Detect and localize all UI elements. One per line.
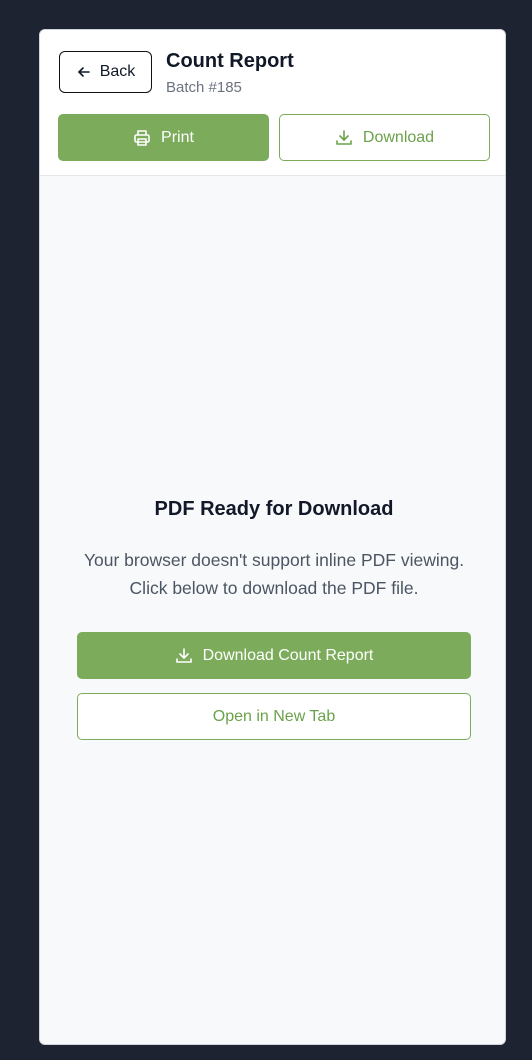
- print-button[interactable]: Print: [58, 114, 269, 161]
- download-button-label: Download: [362, 128, 435, 146]
- print-button-label: Print: [161, 128, 194, 146]
- download-count-report-button[interactable]: Download Count Report: [77, 632, 471, 679]
- back-button[interactable]: Back: [59, 51, 152, 93]
- title-block: Count Report Batch #185: [166, 48, 294, 99]
- pdf-fallback-panel: PDF Ready for Download Your browser does…: [77, 496, 471, 740]
- download-count-report-label: Download Count Report: [202, 646, 374, 664]
- modal-header: Back Count Report Batch #185 Print Downl…: [40, 30, 505, 176]
- download-icon: [336, 129, 352, 145]
- back-button-label: Back: [99, 63, 136, 80]
- page-subtitle: Batch #185: [166, 79, 242, 96]
- header-actions: Print Download: [58, 114, 490, 161]
- page-title: Count Report: [166, 50, 294, 72]
- download-icon: [175, 647, 192, 663]
- printer-icon: [134, 129, 150, 146]
- pdf-viewer-area: PDF Ready for Download Your browser does…: [40, 176, 505, 1044]
- fallback-heading: PDF Ready for Download: [154, 498, 394, 520]
- open-new-tab-label: Open in New Tab: [212, 707, 336, 725]
- open-new-tab-button[interactable]: Open in New Tab: [77, 693, 471, 740]
- download-button[interactable]: Download: [279, 114, 490, 161]
- arrow-left-icon: [77, 67, 90, 77]
- report-modal: Back Count Report Batch #185 Print Downl…: [39, 29, 506, 1045]
- fallback-message: Your browser doesn't support inline PDF …: [83, 550, 465, 598]
